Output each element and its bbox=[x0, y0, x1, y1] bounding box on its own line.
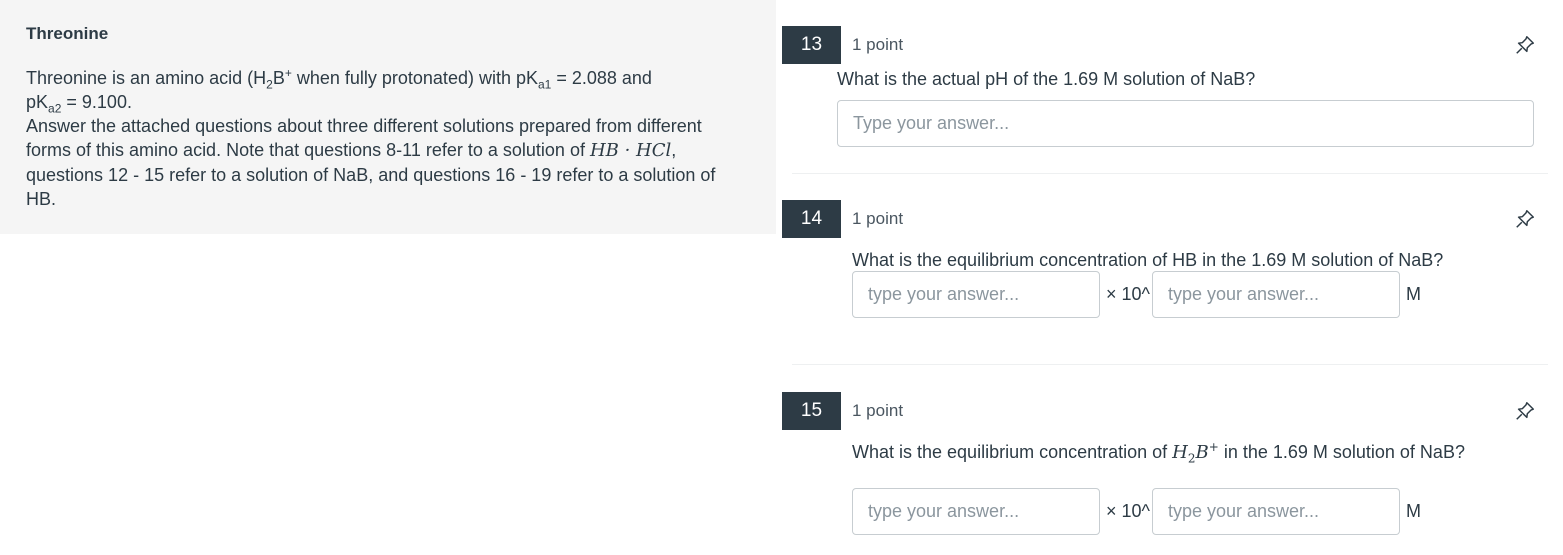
prompt-text: in the 1.69 M solution of NaB? bbox=[1218, 442, 1465, 462]
prompt-text: What is the equilibrium concentration of bbox=[852, 442, 1173, 462]
superscript: + bbox=[1208, 440, 1219, 454]
stimulus-text: = 9.100. bbox=[61, 92, 132, 112]
math-symbol: B bbox=[1195, 442, 1209, 463]
question-number-badge: 14 bbox=[782, 200, 841, 238]
subscript: a1 bbox=[537, 77, 552, 92]
question-prompt: What is the equilibrium concentration of… bbox=[852, 250, 1444, 270]
stimulus-text: B bbox=[272, 68, 285, 88]
question-prompt: What is the equilibrium concentration of… bbox=[852, 440, 1512, 465]
question-points: 1 point bbox=[852, 401, 904, 420]
question-number-badge: 15 bbox=[782, 392, 841, 430]
math-formula: HB · HCl bbox=[589, 140, 672, 161]
stimulus-text: pK bbox=[26, 92, 49, 112]
unit-label: M bbox=[1405, 501, 1421, 521]
question-points: 1 point bbox=[852, 209, 904, 228]
pin-icon[interactable] bbox=[1514, 34, 1536, 56]
stimulus-paragraph-1: Threonine is an amino acid (H2B+ when fu… bbox=[26, 66, 736, 115]
question-divider bbox=[792, 364, 1548, 365]
subscript: 2 bbox=[266, 77, 273, 92]
question-points: 1 point bbox=[852, 35, 904, 54]
question-14: 14 1 point What is the equilibrium conce… bbox=[782, 200, 1548, 330]
question-prompt: What is the actual pH of the 1.69 M solu… bbox=[837, 69, 1256, 89]
question-divider bbox=[792, 173, 1548, 174]
stimulus-body: Threonine is an amino acid (H2B+ when fu… bbox=[26, 66, 736, 211]
stimulus-panel: Threonine Threonine is an amino acid (H2… bbox=[0, 0, 776, 234]
scientific-notation-answer: × 10^ M bbox=[852, 271, 1421, 318]
pin-icon[interactable] bbox=[1514, 208, 1536, 230]
stimulus-paragraph-2: Answer the attached questions about thre… bbox=[26, 114, 736, 211]
mantissa-input[interactable] bbox=[852, 271, 1100, 318]
unit-label: M bbox=[1405, 284, 1421, 304]
superscript: + bbox=[284, 66, 292, 80]
times-ten-label: × 10^ bbox=[1106, 501, 1150, 521]
scientific-notation-answer: × 10^ M bbox=[852, 488, 1421, 535]
mantissa-input[interactable] bbox=[852, 488, 1100, 535]
stimulus-title: Threonine bbox=[26, 24, 109, 43]
math-formula: H2B+ bbox=[1172, 440, 1219, 466]
stimulus-text: when fully protonated) with pK bbox=[291, 68, 538, 88]
exponent-input[interactable] bbox=[1151, 271, 1400, 318]
question-15: 15 1 point What is the equilibrium conce… bbox=[782, 392, 1548, 542]
times-ten-label: × 10^ bbox=[1106, 284, 1150, 304]
question-13: 13 1 point What is the actual pH of the … bbox=[782, 26, 1548, 156]
pin-icon[interactable] bbox=[1514, 400, 1536, 422]
stimulus-text: = 2.088 and bbox=[551, 68, 652, 88]
exponent-input[interactable] bbox=[1151, 488, 1400, 535]
question-number-badge: 13 bbox=[782, 26, 841, 64]
stimulus-text: Threonine is an amino acid (H bbox=[26, 68, 267, 88]
math-symbol: H bbox=[1172, 442, 1188, 463]
subscript: 2 bbox=[1187, 451, 1196, 466]
answer-input[interactable] bbox=[837, 100, 1534, 147]
